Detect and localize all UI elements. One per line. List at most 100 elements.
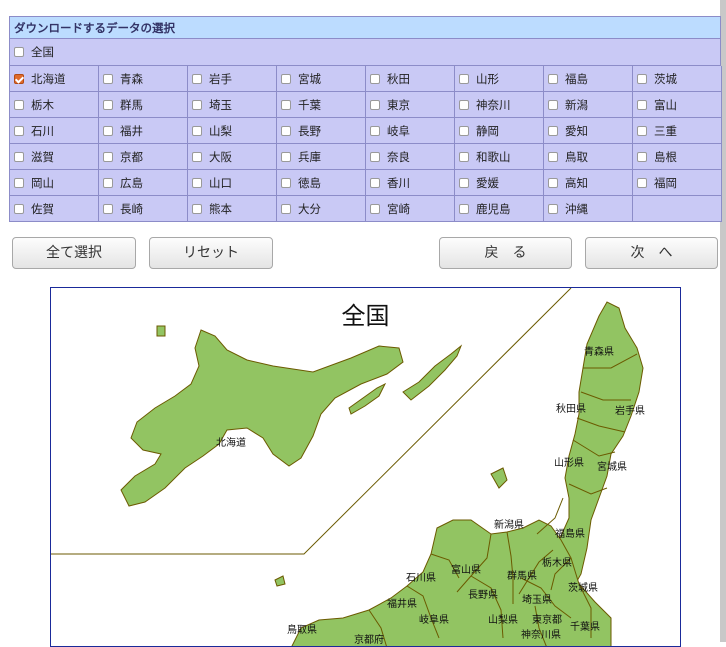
prefecture-option[interactable]: 兵庫	[277, 144, 366, 170]
prefecture-checkbox[interactable]	[459, 203, 469, 214]
prefecture-option[interactable]: 愛媛	[455, 170, 544, 196]
prefecture-checkbox[interactable]	[548, 99, 558, 110]
prefecture-option[interactable]: 栃木	[10, 92, 99, 118]
prefecture-checkbox[interactable]	[192, 151, 202, 162]
prefecture-option[interactable]: 京都	[99, 144, 188, 170]
prefecture-checkbox[interactable]	[637, 125, 647, 136]
prefecture-checkbox[interactable]	[459, 99, 469, 110]
prefecture-checkbox[interactable]	[637, 177, 647, 188]
prefecture-option[interactable]: 滋賀	[10, 144, 99, 170]
prefecture-option[interactable]: 奈良	[366, 144, 455, 170]
prefecture-option[interactable]: 千葉	[277, 92, 366, 118]
prefecture-checkbox[interactable]	[281, 151, 291, 162]
prefecture-option[interactable]: 長野	[277, 118, 366, 144]
prefecture-checkbox[interactable]	[370, 151, 380, 162]
prefecture-option[interactable]: 山形	[455, 66, 544, 92]
prefecture-option[interactable]: 大分	[277, 196, 366, 222]
prefecture-checkbox[interactable]	[637, 99, 647, 110]
prefecture-option[interactable]: 静岡	[455, 118, 544, 144]
prefecture-checkbox[interactable]	[14, 151, 24, 162]
prefecture-option[interactable]: 東京	[366, 92, 455, 118]
prefecture-checkbox[interactable]	[459, 177, 469, 188]
prefecture-checkbox[interactable]	[14, 177, 24, 188]
prefecture-checkbox[interactable]	[459, 151, 469, 162]
prefecture-checkbox[interactable]	[14, 125, 24, 136]
prefecture-checkbox[interactable]	[548, 73, 558, 84]
prefecture-checkbox[interactable]	[548, 203, 558, 214]
prefecture-option[interactable]: 鹿児島	[455, 196, 544, 222]
prefecture-checkbox[interactable]	[548, 125, 558, 136]
prefecture-checkbox[interactable]	[14, 203, 24, 214]
prefecture-checkbox[interactable]	[103, 203, 113, 214]
prefecture-option[interactable]: 広島	[99, 170, 188, 196]
prefecture-option[interactable]: 長崎	[99, 196, 188, 222]
prefecture-option[interactable]: 熊本	[188, 196, 277, 222]
prefecture-option[interactable]: 沖縄	[544, 196, 633, 222]
reset-button[interactable]: リセット	[149, 237, 273, 269]
hokkaido-region[interactable]	[120, 329, 404, 507]
prefecture-checkbox[interactable]	[281, 125, 291, 136]
prefecture-option[interactable]: 山梨	[188, 118, 277, 144]
prefecture-checkbox[interactable]	[637, 151, 647, 162]
prefecture-checkbox[interactable]	[370, 125, 380, 136]
prefecture-option[interactable]: 富山	[633, 92, 722, 118]
prefecture-option[interactable]: 福島	[544, 66, 633, 92]
prefecture-option[interactable]: 新潟	[544, 92, 633, 118]
select-all-button[interactable]: 全て選択	[12, 237, 136, 269]
prefecture-option[interactable]: 鳥取	[544, 144, 633, 170]
nationwide-checkbox[interactable]	[14, 47, 24, 57]
prefecture-option[interactable]: 秋田	[366, 66, 455, 92]
prefecture-option[interactable]: 福井	[99, 118, 188, 144]
prefecture-checkbox[interactable]	[548, 177, 558, 188]
prefecture-checkbox[interactable]	[103, 73, 113, 84]
prefecture-option[interactable]: 宮崎	[366, 196, 455, 222]
prefecture-option[interactable]: 茨城	[633, 66, 722, 92]
prefecture-checkbox[interactable]	[637, 73, 647, 84]
prefecture-option[interactable]: 福岡	[633, 170, 722, 196]
prefecture-checkbox[interactable]	[370, 99, 380, 110]
prefecture-option[interactable]: 香川	[366, 170, 455, 196]
prefecture-checkbox[interactable]	[192, 125, 202, 136]
prefecture-checkbox[interactable]	[459, 125, 469, 136]
prefecture-option[interactable]: 岐阜	[366, 118, 455, 144]
prefecture-option[interactable]: 大阪	[188, 144, 277, 170]
prefecture-option[interactable]: 岡山	[10, 170, 99, 196]
prefecture-checkbox[interactable]	[14, 73, 24, 84]
prefecture-checkbox[interactable]	[459, 73, 469, 84]
prefecture-checkbox[interactable]	[103, 177, 113, 188]
prefecture-checkbox[interactable]	[103, 99, 113, 110]
prefecture-option[interactable]: 神奈川	[455, 92, 544, 118]
prefecture-checkbox[interactable]	[192, 203, 202, 214]
prefecture-checkbox[interactable]	[14, 99, 24, 110]
prefecture-option[interactable]: 佐賀	[10, 196, 99, 222]
prefecture-checkbox[interactable]	[281, 177, 291, 188]
prefecture-option[interactable]: 三重	[633, 118, 722, 144]
back-button[interactable]: 戻 る	[439, 237, 572, 269]
prefecture-option[interactable]: 島根	[633, 144, 722, 170]
prefecture-option[interactable]: 和歌山	[455, 144, 544, 170]
prefecture-option[interactable]: 徳島	[277, 170, 366, 196]
prefecture-option[interactable]: 高知	[544, 170, 633, 196]
prefecture-option[interactable]: 石川	[10, 118, 99, 144]
prefecture-checkbox[interactable]	[281, 73, 291, 84]
next-button[interactable]: 次 へ	[585, 237, 718, 269]
select-nationwide-row[interactable]: 全国	[9, 39, 721, 66]
japan-map[interactable]: 全国 北海道 青森県 秋田県 岩手県 山形県 宮城県 新潟県 福島県 栃木県 富山県 石川県 群馬県茨…	[50, 287, 681, 647]
prefecture-checkbox[interactable]	[548, 151, 558, 162]
prefecture-option[interactable]: 群馬	[99, 92, 188, 118]
prefecture-checkbox[interactable]	[370, 203, 380, 214]
prefecture-checkbox[interactable]	[192, 73, 202, 84]
prefecture-checkbox[interactable]	[192, 99, 202, 110]
prefecture-checkbox[interactable]	[103, 125, 113, 136]
prefecture-option[interactable]: 愛知	[544, 118, 633, 144]
prefecture-option[interactable]: 青森	[99, 66, 188, 92]
prefecture-option[interactable]: 宮城	[277, 66, 366, 92]
prefecture-checkbox[interactable]	[192, 177, 202, 188]
prefecture-checkbox[interactable]	[281, 99, 291, 110]
prefecture-option[interactable]: 埼玉	[188, 92, 277, 118]
prefecture-checkbox[interactable]	[281, 203, 291, 214]
prefecture-checkbox[interactable]	[370, 177, 380, 188]
prefecture-option[interactable]: 北海道	[10, 66, 99, 92]
prefecture-checkbox[interactable]	[370, 73, 380, 84]
prefecture-option[interactable]: 岩手	[188, 66, 277, 92]
